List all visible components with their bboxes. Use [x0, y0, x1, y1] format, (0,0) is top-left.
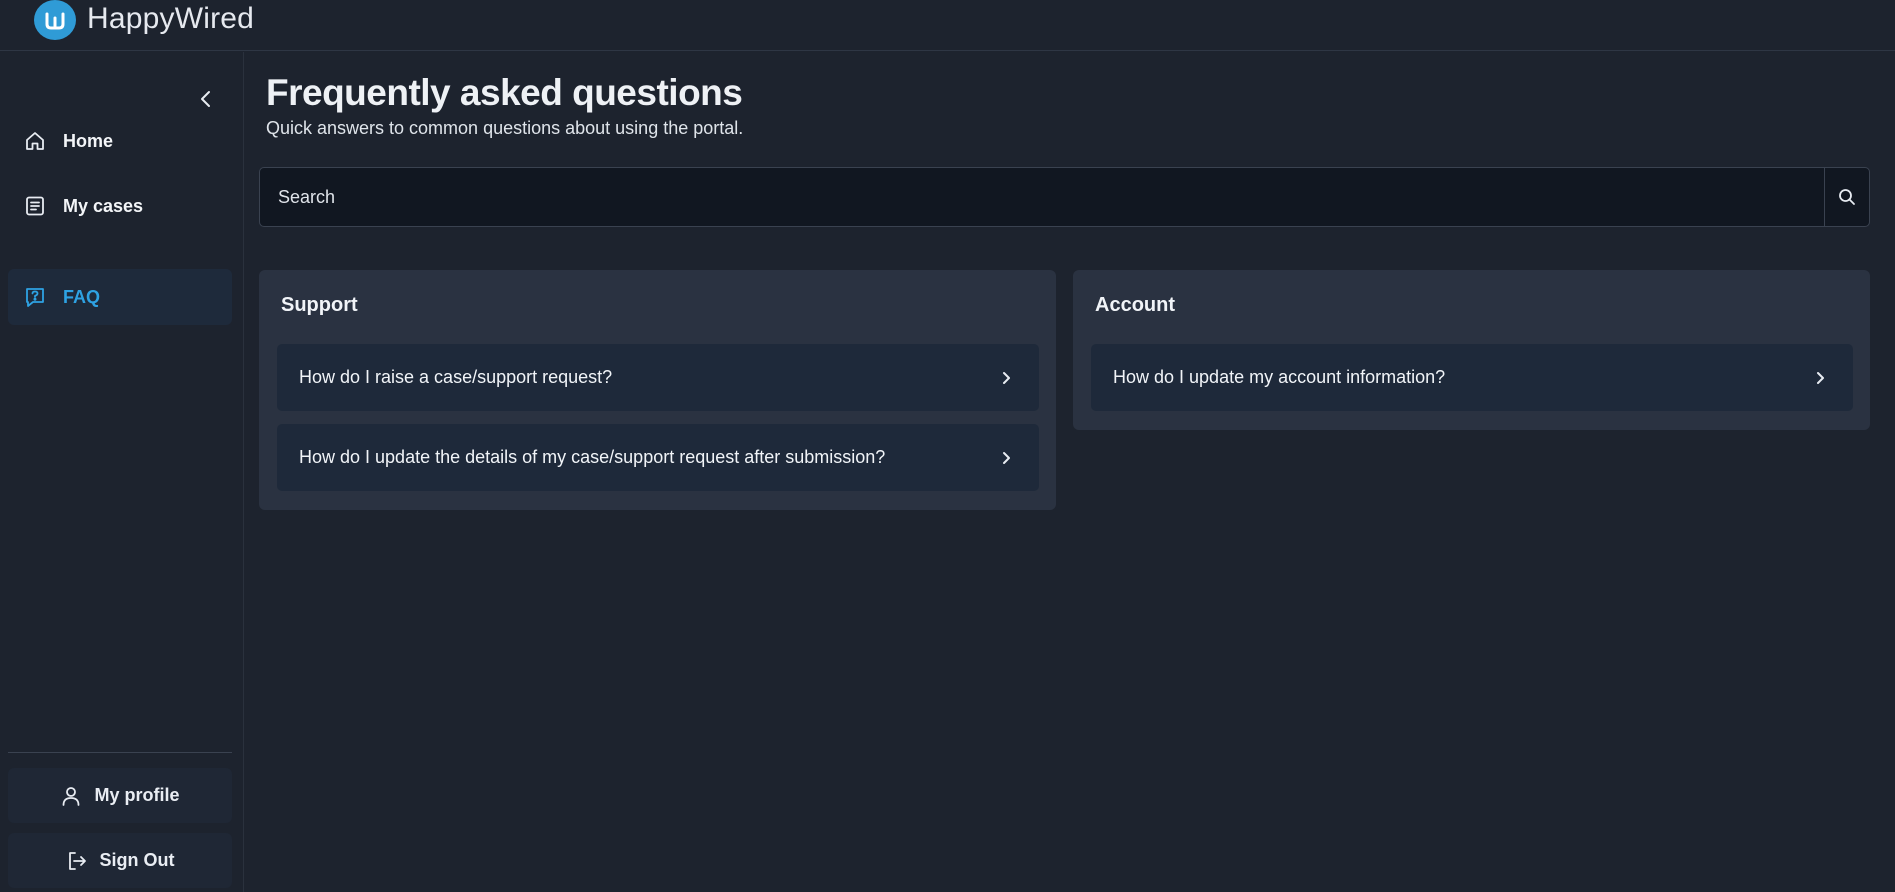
my-profile-button[interactable]: My profile [8, 768, 232, 823]
section-title: Support [281, 294, 358, 316]
chevron-right-icon [1003, 372, 1010, 384]
top-bar: HappyWired [0, 0, 1895, 51]
faq-icon [26, 288, 44, 307]
sidebar-item-home[interactable]: Home [8, 113, 232, 169]
sidebar-item-label: Home [63, 130, 114, 151]
faq-question-text: How do I update the details of my case/s… [299, 447, 886, 467]
faq-question-item[interactable]: How do I update the details of my case/s… [277, 424, 1039, 491]
faq-section-account: Account How do I update my account infor… [1073, 270, 1870, 430]
logo-icon[interactable] [34, 0, 76, 40]
faq-question-text: How do I raise a case/support request? [299, 367, 613, 387]
chevron-left-icon [201, 91, 210, 107]
faq-question-text: How do I update my account information? [1113, 367, 1446, 387]
section-title: Account [1095, 294, 1175, 316]
sidebar-item-faq[interactable]: FAQ [8, 269, 232, 325]
home-icon [26, 132, 44, 150]
sidebar-item-label: My cases [63, 195, 144, 216]
page-title: Frequently asked questions [266, 72, 743, 113]
sidebar-item-my-cases[interactable]: My cases [8, 178, 232, 234]
sign-out-button[interactable]: Sign Out [8, 833, 232, 888]
search-button[interactable] [1824, 168, 1869, 226]
chevron-right-icon [1003, 452, 1010, 464]
sign-out-label: Sign Out [99, 850, 175, 870]
document-icon [26, 196, 44, 216]
sign-out-icon [68, 851, 86, 870]
collapse-sidebar-button[interactable] [193, 84, 219, 114]
my-profile-label: My profile [94, 785, 180, 805]
sidebar: Home My cases FAQ My profile Sign Out [0, 52, 244, 892]
sidebar-item-label: FAQ [63, 286, 101, 307]
search-icon [1839, 189, 1855, 205]
page-subtitle: Quick answers to common questions about … [266, 118, 744, 138]
faq-question-item[interactable]: How do I update my account information? [1091, 344, 1853, 411]
user-icon [63, 786, 80, 806]
chevron-right-icon [1817, 372, 1824, 384]
search-bar [259, 167, 1870, 227]
faq-question-item[interactable]: How do I raise a case/support request? [277, 344, 1039, 411]
brand-name[interactable]: HappyWired [87, 2, 254, 36]
sidebar-divider [8, 752, 232, 753]
faq-section-support: Support How do I raise a case/support re… [259, 270, 1056, 510]
search-input[interactable] [260, 168, 1824, 226]
main-content: Frequently asked questions Quick answers… [258, 52, 1870, 892]
